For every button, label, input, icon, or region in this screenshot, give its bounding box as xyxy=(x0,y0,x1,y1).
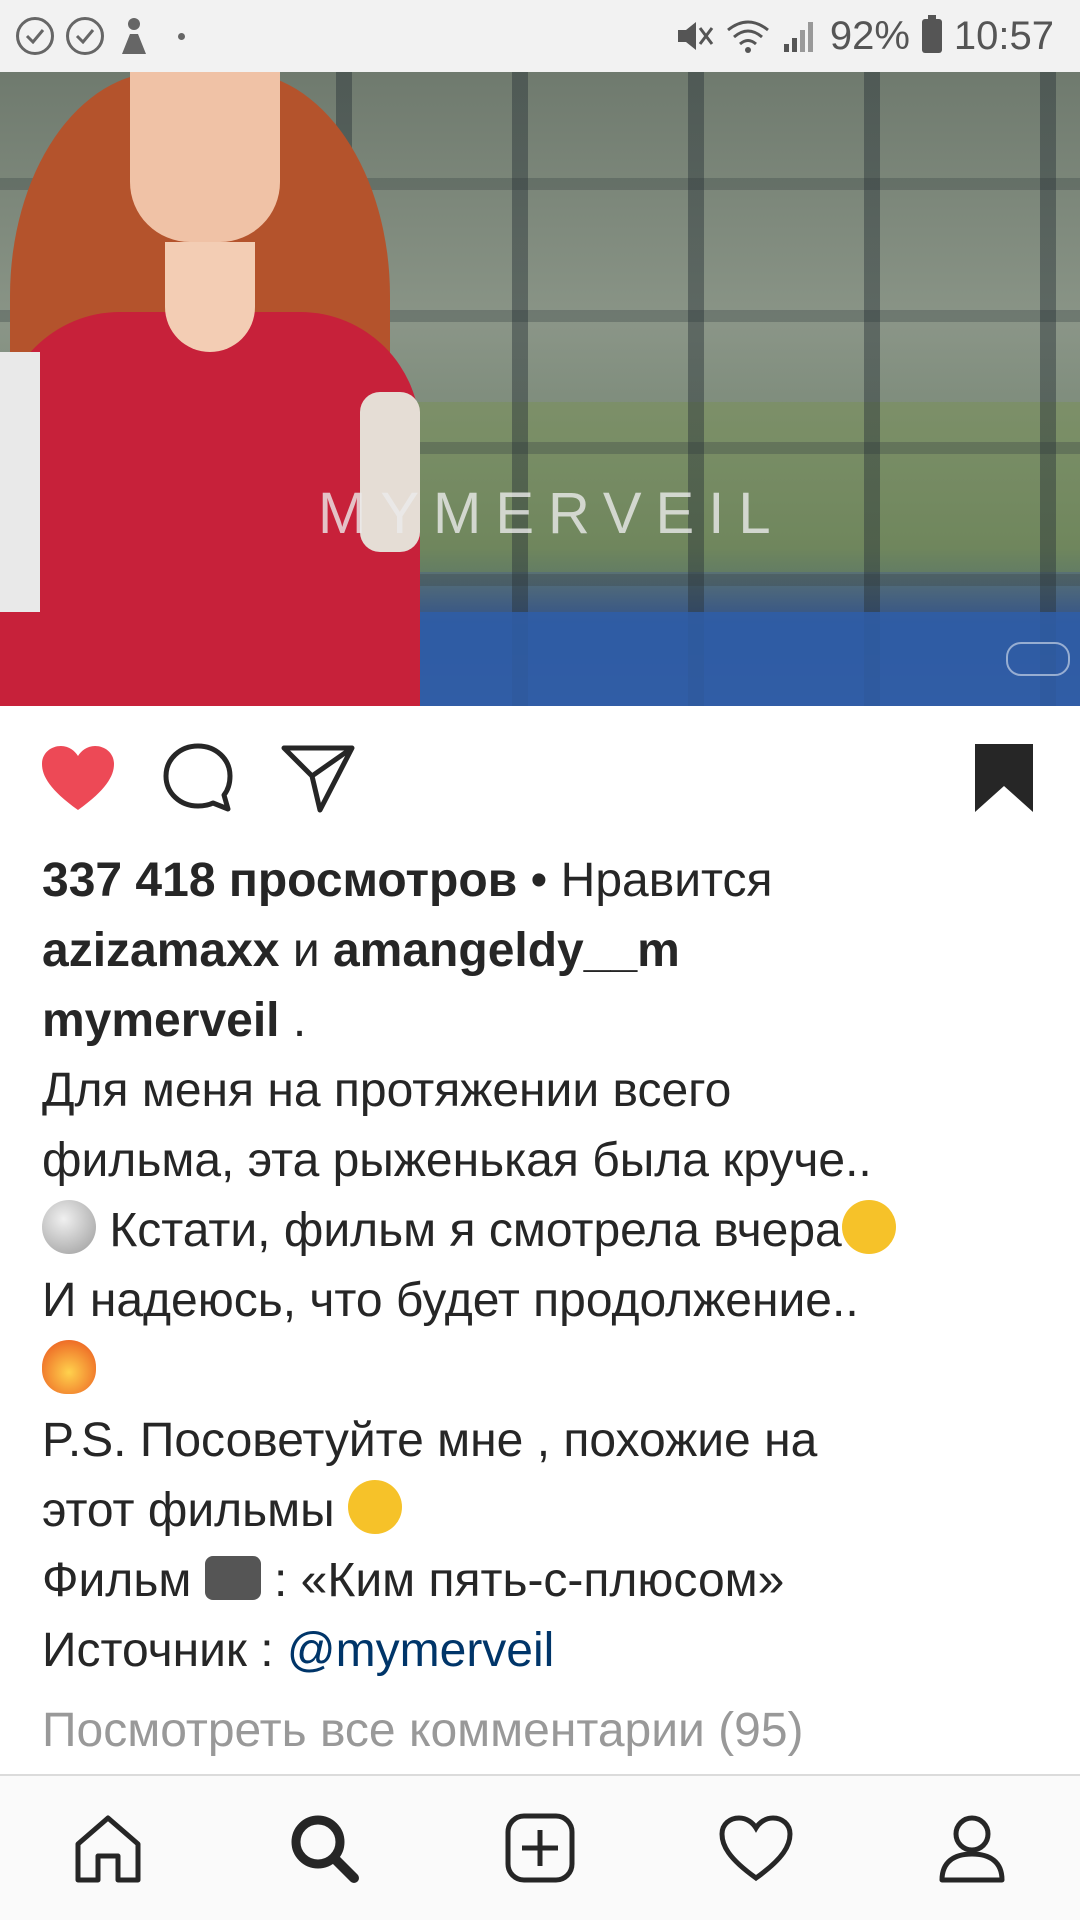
check-circle-icon xyxy=(16,17,54,55)
video-subject xyxy=(0,72,450,706)
save-button[interactable] xyxy=(964,738,1044,818)
caption-line: этот фильмы xyxy=(42,1476,1052,1546)
post-body: 337 418 просмотров • Нравится azizamaxx … xyxy=(42,846,1052,1766)
profile-icon xyxy=(939,1815,1005,1883)
signal-icon xyxy=(783,22,813,52)
and-label: и xyxy=(279,924,333,977)
subject-face xyxy=(130,72,280,242)
caption-line: И надеюсь, что будет продолжение.. xyxy=(42,1274,859,1327)
post-actions xyxy=(0,706,1080,846)
activity-icon xyxy=(719,1815,793,1882)
nav-new-post[interactable] xyxy=(495,1803,585,1893)
liked-by-label: • Нравится xyxy=(517,854,773,907)
check-circle-icon xyxy=(66,17,104,55)
views-line: 337 418 просмотров • Нравится xyxy=(42,846,1052,916)
view-all-comments-link[interactable]: Посмотреть все комментарии (95) xyxy=(42,1696,1052,1766)
bookmark-filled-icon xyxy=(975,744,1033,812)
caption-text: : «Ким пять-с-плюсом» xyxy=(260,1554,785,1607)
movie-camera-emoji-icon xyxy=(204,1556,261,1600)
caption-text: Источник : xyxy=(42,1624,287,1677)
share-button[interactable] xyxy=(278,738,358,818)
battery-percent: 92% xyxy=(829,13,910,58)
caption-line: Источник : @mymerveil xyxy=(42,1616,1052,1686)
caption-text: Кстати, фильм я смотрела вчера xyxy=(96,1204,842,1257)
comment-icon xyxy=(163,743,233,812)
heart-eyes-cat-emoji-icon xyxy=(841,1200,896,1254)
nav-profile[interactable] xyxy=(927,1803,1017,1893)
new-post-icon xyxy=(505,1813,575,1883)
heart-filled-icon xyxy=(42,746,114,810)
caption-line: Для меня на протяжении всего xyxy=(42,1064,732,1117)
caption-line: Кстати, фильм я смотрела вчера xyxy=(42,1196,1052,1266)
status-left xyxy=(0,16,185,56)
clock: 10:57 xyxy=(953,13,1054,58)
caption-text: . xyxy=(279,994,307,1047)
post-media[interactable]: MYMERVEIL xyxy=(0,72,1080,706)
subject-sleeve xyxy=(0,352,40,612)
battery-icon xyxy=(921,15,942,53)
author-username[interactable]: mymerveil xyxy=(42,994,280,1047)
nav-activity[interactable] xyxy=(711,1803,801,1893)
caption-author-line: mymerveil . xyxy=(42,986,1052,1056)
caption-line: фильма, эта рыженькая была круче.. xyxy=(42,1134,872,1187)
notification-dot-icon xyxy=(178,32,185,40)
status-bar: 92% 10:57 xyxy=(0,0,1080,72)
send-icon xyxy=(281,745,355,813)
nav-home[interactable] xyxy=(63,1803,153,1893)
liker-username[interactable]: azizamaxx xyxy=(42,924,280,977)
caption-line: Фильм : «Ким пять-с-плюсом» xyxy=(42,1546,1052,1616)
video-watermark: MYMERVEIL xyxy=(318,481,785,546)
caption-line xyxy=(42,1336,1052,1406)
nav-search[interactable] xyxy=(279,1803,369,1893)
liker-username[interactable]: amangeldy__m xyxy=(333,924,680,977)
wifi-icon xyxy=(726,20,769,53)
subject-neck xyxy=(165,242,255,352)
mute-icon xyxy=(677,22,714,50)
search-icon xyxy=(291,1815,359,1883)
home-icon xyxy=(75,1815,141,1883)
comment-button[interactable] xyxy=(158,738,238,818)
bottom-nav xyxy=(0,1776,1080,1920)
person-icon xyxy=(122,18,146,54)
likers-line: azizamaxx и amangeldy__m xyxy=(42,916,1052,986)
mention-link[interactable]: @mymerveil xyxy=(287,1624,554,1677)
caption-line: P.S. Посоветуйте мне , похожие на xyxy=(42,1414,818,1467)
caption-text: Фильм xyxy=(42,1554,205,1607)
status-right: 92% 10:57 xyxy=(674,14,1080,59)
view-count[interactable]: 337 418 просмотров xyxy=(42,854,517,907)
drooling-face-emoji-icon xyxy=(348,1480,402,1534)
fire-emoji-icon xyxy=(42,1340,96,1394)
caption-text: этот фильмы xyxy=(42,1484,348,1537)
video-corner-logo xyxy=(1006,642,1070,676)
moon-emoji-icon xyxy=(42,1200,96,1254)
like-button[interactable] xyxy=(38,738,118,818)
